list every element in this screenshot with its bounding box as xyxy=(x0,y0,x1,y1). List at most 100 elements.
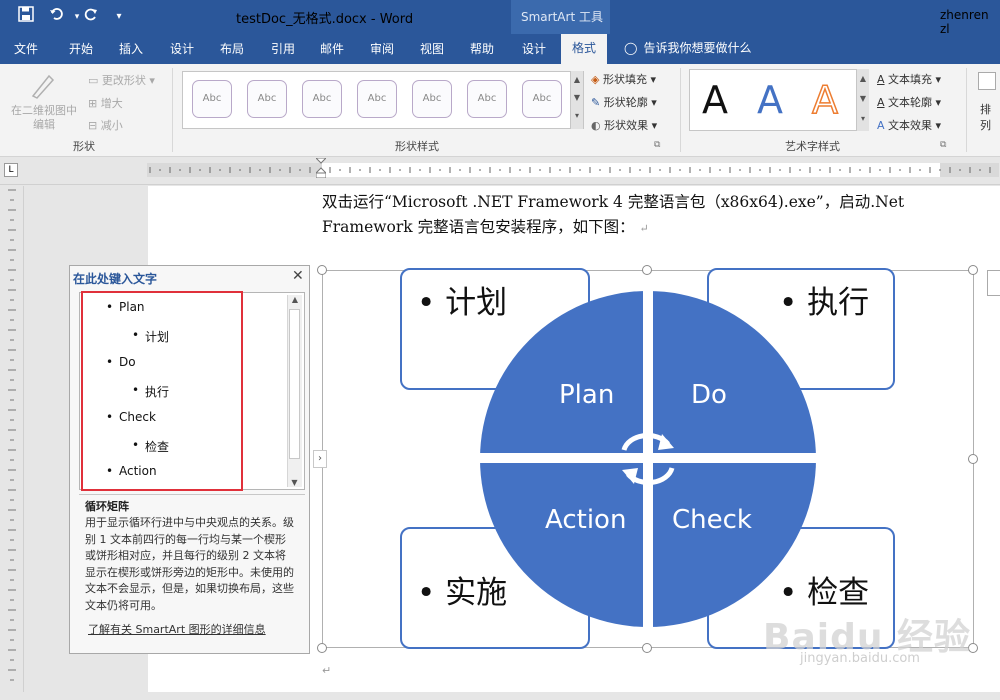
tab-smartart-design[interactable]: 设计 xyxy=(522,40,546,57)
grow-label: 增大 xyxy=(100,97,123,110)
scroll-down-icon[interactable]: ▼ xyxy=(288,478,301,487)
layout-options-icon[interactable] xyxy=(987,270,1000,296)
document-paragraph[interactable]: 双击运行“Microsoft .NET Framework 4 完整语言包（x8… xyxy=(322,190,952,241)
wordart-more-icon[interactable]: ▾ xyxy=(857,109,869,129)
change-shape-icon: ▭ xyxy=(88,74,99,87)
text-pane-title: 在此处键入文字 xyxy=(73,272,158,286)
edit-2d-icon xyxy=(29,72,57,100)
shape-style-3[interactable]: Abc xyxy=(302,80,342,118)
tab-view[interactable]: 视图 xyxy=(420,40,444,57)
tab-help[interactable]: 帮助 xyxy=(470,40,494,57)
shape-style-5[interactable]: Abc xyxy=(412,80,452,118)
text-pane-toggle[interactable]: › xyxy=(313,450,327,468)
shape-style-6[interactable]: Abc xyxy=(467,80,507,118)
quadrant-action[interactable]: Action xyxy=(545,505,626,535)
shape-styles-launcher-icon[interactable]: ⧉ xyxy=(654,140,660,150)
wordart-orange-outline[interactable]: A xyxy=(811,79,839,121)
resize-handle[interactable] xyxy=(642,643,652,653)
wordart-black[interactable]: A xyxy=(702,80,728,120)
shrink-icon: ⊟ xyxy=(88,119,98,132)
wordart-gallery: A A A xyxy=(689,69,869,131)
undo-icon[interactable] xyxy=(46,6,68,28)
shape-effects-button[interactable]: ◐ 形状效果 ▾ xyxy=(591,117,657,133)
gallery-up-icon[interactable]: ▲ xyxy=(571,71,583,89)
arrange-button[interactable]: 排列 xyxy=(980,101,1000,133)
customize-icon[interactable]: ▾ xyxy=(108,6,130,28)
wordart-launcher-icon[interactable]: ⧉ xyxy=(940,140,946,150)
vertical-ruler xyxy=(0,186,24,692)
tab-insert[interactable]: 插入 xyxy=(119,40,143,57)
save-icon[interactable] xyxy=(15,6,37,28)
tab-file[interactable]: 文件 xyxy=(14,40,38,57)
resize-handle[interactable] xyxy=(968,265,978,275)
change-shape-button[interactable]: ▭ 更改形状 ▾ xyxy=(88,72,155,88)
pane-divider xyxy=(79,494,305,495)
wordart-gallery-scrollbar[interactable]: ▲ ▼ ▾ xyxy=(856,69,869,131)
shape-style-2[interactable]: Abc xyxy=(247,80,287,118)
text-outline-label: 文本轮廓 xyxy=(888,96,933,109)
resize-handle[interactable] xyxy=(317,265,327,275)
paragraph-text: 双击运行“Microsoft .NET Framework 4 完整语言包（x8… xyxy=(322,193,905,236)
scroll-up-icon[interactable]: ▲ xyxy=(288,295,302,304)
redo-icon[interactable] xyxy=(80,6,102,28)
wordart-blue[interactable]: A xyxy=(757,80,783,120)
text-pane-scrollbar[interactable]: ▲ ▼ xyxy=(287,295,302,487)
tab-selector[interactable]: L xyxy=(4,163,18,177)
text-outline-icon: A xyxy=(877,96,885,109)
title-bar xyxy=(0,0,1000,34)
shape-outline-label: 形状轮廓 xyxy=(603,96,648,109)
tab-review[interactable]: 审阅 xyxy=(370,40,394,57)
tab-references[interactable]: 引用 xyxy=(271,40,295,57)
learn-more-link[interactable]: 了解有关 SmartArt 图形的详细信息 xyxy=(88,621,266,637)
text-fill-button[interactable]: A 文本填充 ▾ xyxy=(877,71,941,87)
layout-description-title: 循环矩阵 xyxy=(85,500,129,513)
gallery-more-icon[interactable]: ▾ xyxy=(571,107,583,125)
indent-marker[interactable] xyxy=(314,157,328,179)
window-title: testDoc_无格式.docx - Word xyxy=(236,12,414,27)
shape-fill-button[interactable]: ◈ 形状填充 ▾ xyxy=(591,71,656,87)
tab-layout[interactable]: 布局 xyxy=(220,40,244,57)
ribbon-tabs xyxy=(0,34,1000,64)
text-effects-button[interactable]: A 文本效果 ▾ xyxy=(877,117,941,133)
grow-icon: ⊞ xyxy=(88,97,98,110)
tell-me-search[interactable]: ◯ 告诉我你想要做什么 xyxy=(624,39,751,56)
highlight-box xyxy=(81,291,243,491)
quadrant-do[interactable]: Do xyxy=(691,380,727,410)
paragraph-mark-end: ↵ xyxy=(322,664,332,677)
gallery-down-icon[interactable]: ▼ xyxy=(571,89,583,107)
quadrant-check[interactable]: Check xyxy=(672,505,752,535)
shape-style-1[interactable]: Abc xyxy=(192,80,232,118)
change-shape-label: 更改形状 xyxy=(101,74,146,87)
text-effects-label: 文本效果 xyxy=(888,119,933,132)
resize-handle[interactable] xyxy=(317,643,327,653)
tab-format[interactable]: 格式 xyxy=(561,34,608,64)
scroll-thumb[interactable] xyxy=(289,309,300,459)
shrink-button[interactable]: ⊟ 减小 xyxy=(88,117,123,133)
user-name[interactable]: zhenren zl xyxy=(940,8,1000,36)
shape-group-label: 形状 xyxy=(73,140,95,153)
paragraph-mark: ↵ xyxy=(639,222,649,235)
wordart-up-icon[interactable]: ▲ xyxy=(857,69,869,89)
edit-2d-button[interactable]: 在二维视图中编辑 xyxy=(6,104,82,132)
resize-handle[interactable] xyxy=(642,265,652,275)
shape-style-7[interactable]: Abc xyxy=(522,80,562,118)
close-icon[interactable]: ✕ xyxy=(292,268,304,284)
shape-style-4[interactable]: Abc xyxy=(357,80,397,118)
grow-button[interactable]: ⊞ 增大 xyxy=(88,95,123,111)
shape-outline-button[interactable]: ✎ 形状轮廓 ▾ xyxy=(591,94,657,110)
resize-handle[interactable] xyxy=(968,454,978,464)
shape-effects-icon: ◐ xyxy=(591,119,601,132)
wordart-down-icon[interactable]: ▼ xyxy=(857,89,869,109)
quadrant-plan[interactable]: Plan xyxy=(559,380,614,410)
tab-mailings[interactable]: 邮件 xyxy=(320,40,344,57)
paint-bucket-icon: ◈ xyxy=(591,73,600,86)
status-bar xyxy=(0,692,1000,700)
tab-design[interactable]: 设计 xyxy=(170,40,194,57)
layout-description: 用于显示循环行进中与中央观点的关系。级别 1 文本前四行的每一行均与某一个楔形或… xyxy=(85,516,294,612)
text-outline-button[interactable]: A 文本轮廓 ▾ xyxy=(877,94,941,110)
gallery-scrollbar[interactable]: ▲ ▼ ▾ xyxy=(570,71,583,129)
shape-effects-label: 形状效果 xyxy=(604,119,649,132)
group-divider xyxy=(966,68,967,152)
tell-me-text: 告诉我你想要做什么 xyxy=(643,41,752,55)
tab-home[interactable]: 开始 xyxy=(69,40,93,57)
